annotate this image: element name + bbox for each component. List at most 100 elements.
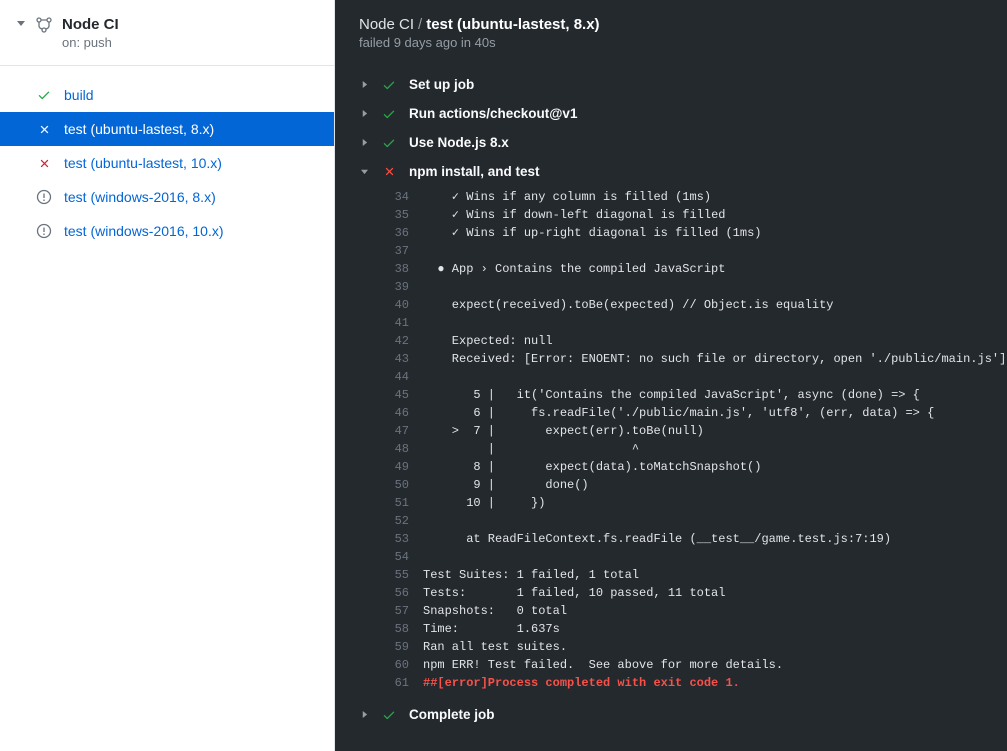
- check-icon: [381, 136, 397, 150]
- log-line-text: Expected: null: [423, 332, 983, 350]
- log-line-text: Tests: 1 failed, 10 passed, 11 total: [423, 584, 983, 602]
- step-label: Use Node.js 8.x: [409, 135, 509, 150]
- step-row[interactable]: Complete job: [335, 700, 1007, 729]
- job-item[interactable]: test (ubuntu-lastest, 10.x): [0, 146, 334, 180]
- log-line-text: [423, 242, 983, 260]
- log-line: 53 at ReadFileContext.fs.readFile (__tes…: [383, 530, 1007, 548]
- log-line-number: 39: [383, 278, 423, 296]
- log-line-number: 48: [383, 440, 423, 458]
- x-icon: [381, 165, 397, 178]
- job-item[interactable]: test (windows-2016, 8.x): [0, 180, 334, 214]
- log-line: 36 ✓ Wins if up-right diagonal is filled…: [383, 224, 1007, 242]
- job-list: build test (ubuntu-lastest, 8.x) test (ubu…: [0, 66, 334, 248]
- log-line-text: > 7 | expect(err).toBe(null): [423, 422, 983, 440]
- log-line-text: | ^: [423, 440, 983, 458]
- log-line: 44: [383, 368, 1007, 386]
- log-line-text: [423, 512, 983, 530]
- step-label: Set up job: [409, 77, 474, 92]
- check-icon: [381, 107, 397, 121]
- log-line-number: 54: [383, 548, 423, 566]
- step-row[interactable]: Set up job: [335, 70, 1007, 99]
- caret-right-icon: [359, 711, 369, 718]
- workflow-header[interactable]: Node CI on: push: [0, 0, 334, 66]
- log-line: 39: [383, 278, 1007, 296]
- log-line: 60npm ERR! Test failed. See above for mo…: [383, 656, 1007, 674]
- log-line-text: [423, 314, 983, 332]
- caret-right-icon: [359, 110, 369, 117]
- log-line-text: 5 | it('Contains the compiled JavaScript…: [423, 386, 983, 404]
- log-line-number: 52: [383, 512, 423, 530]
- log-line: 55Test Suites: 1 failed, 1 total: [383, 566, 1007, 584]
- log-line-text: 9 | done(): [423, 476, 983, 494]
- log-line-number: 36: [383, 224, 423, 242]
- job-item[interactable]: build: [0, 78, 334, 112]
- log-line-number: 58: [383, 620, 423, 638]
- log-line-text: Time: 1.637s: [423, 620, 983, 638]
- log-line: 46 6 | fs.readFile('./public/main.js', '…: [383, 404, 1007, 422]
- log-line-number: 47: [383, 422, 423, 440]
- log-line: 42 Expected: null: [383, 332, 1007, 350]
- log-line-text: [423, 548, 983, 566]
- log-line-text: ##[error]Process completed with exit cod…: [423, 674, 983, 692]
- log-line-text: ✓ Wins if any column is filled (1ms): [423, 188, 983, 206]
- log-line: 58Time: 1.637s: [383, 620, 1007, 638]
- log-line-text: npm ERR! Test failed. See above for more…: [423, 656, 983, 674]
- log-line: 59Ran all test suites.: [383, 638, 1007, 656]
- check-icon: [381, 78, 397, 92]
- log-line: 47 > 7 | expect(err).toBe(null): [383, 422, 1007, 440]
- log-line: 51 10 | }): [383, 494, 1007, 512]
- skip-icon: [36, 189, 52, 205]
- log-line-number: 60: [383, 656, 423, 674]
- log-line-number: 40: [383, 296, 423, 314]
- log-line-text: ✓ Wins if up-right diagonal is filled (1…: [423, 224, 983, 242]
- step-label: Run actions/checkout@v1: [409, 106, 577, 121]
- log-line: 43 Received: [Error: ENOENT: no such fil…: [383, 350, 1007, 368]
- job-status-line: failed 9 days ago in 40s: [359, 35, 983, 50]
- step-row[interactable]: npm install, and test: [335, 157, 1007, 186]
- log-line-number: 61: [383, 674, 423, 692]
- log-line-number: 42: [383, 332, 423, 350]
- log-line: 56Tests: 1 failed, 10 passed, 11 total: [383, 584, 1007, 602]
- log-line-number: 51: [383, 494, 423, 512]
- job-item[interactable]: test (ubuntu-lastest, 8.x): [0, 112, 334, 146]
- log-line-number: 43: [383, 350, 423, 368]
- step-label: Complete job: [409, 707, 495, 722]
- log-line-number: 38: [383, 260, 423, 278]
- log-line-number: 46: [383, 404, 423, 422]
- job-label: test (windows-2016, 10.x): [64, 223, 224, 239]
- job-label: build: [64, 87, 94, 103]
- caret-down-icon: [16, 16, 26, 27]
- caret-right-icon: [359, 81, 369, 88]
- log-line-text: ● App › Contains the compiled JavaScript: [423, 260, 983, 278]
- log-output: 34 ✓ Wins if any column is filled (1ms)3…: [335, 186, 1007, 700]
- x-icon: [36, 123, 52, 136]
- log-line: 37: [383, 242, 1007, 260]
- log-line-text: 6 | fs.readFile('./public/main.js', 'utf…: [423, 404, 983, 422]
- log-line-text: Received: [Error: ENOENT: no such file o…: [423, 350, 1006, 368]
- log-line: 48 | ^: [383, 440, 1007, 458]
- job-label: test (ubuntu-lastest, 10.x): [64, 155, 222, 171]
- breadcrumb: Node CI/test (ubuntu-lastest, 8.x): [359, 16, 983, 33]
- job-label: test (windows-2016, 8.x): [64, 189, 216, 205]
- caret-down-icon: [359, 168, 369, 175]
- log-line-text: 10 | }): [423, 494, 983, 512]
- log-line-number: 59: [383, 638, 423, 656]
- log-line: 57Snapshots: 0 total: [383, 602, 1007, 620]
- log-line-text: Ran all test suites.: [423, 638, 983, 656]
- log-line-text: expect(received).toBe(expected) // Objec…: [423, 296, 983, 314]
- log-line-number: 53: [383, 530, 423, 548]
- job-item[interactable]: test (windows-2016, 10.x): [0, 214, 334, 248]
- step-row[interactable]: Use Node.js 8.x: [335, 128, 1007, 157]
- x-icon: [36, 157, 52, 170]
- breadcrumb-parent[interactable]: Node CI: [359, 16, 414, 33]
- log-line-text: [423, 278, 983, 296]
- workflow-trigger: on: push: [62, 35, 119, 50]
- log-line-text: ✓ Wins if down-left diagonal is filled: [423, 206, 983, 224]
- log-line: 61##[error]Process completed with exit c…: [383, 674, 1007, 692]
- step-row[interactable]: Run actions/checkout@v1: [335, 99, 1007, 128]
- log-line-number: 57: [383, 602, 423, 620]
- log-line-text: Snapshots: 0 total: [423, 602, 983, 620]
- log-line: 38 ● App › Contains the compiled JavaScr…: [383, 260, 1007, 278]
- log-line: 41: [383, 314, 1007, 332]
- log-line: 40 expect(received).toBe(expected) // Ob…: [383, 296, 1007, 314]
